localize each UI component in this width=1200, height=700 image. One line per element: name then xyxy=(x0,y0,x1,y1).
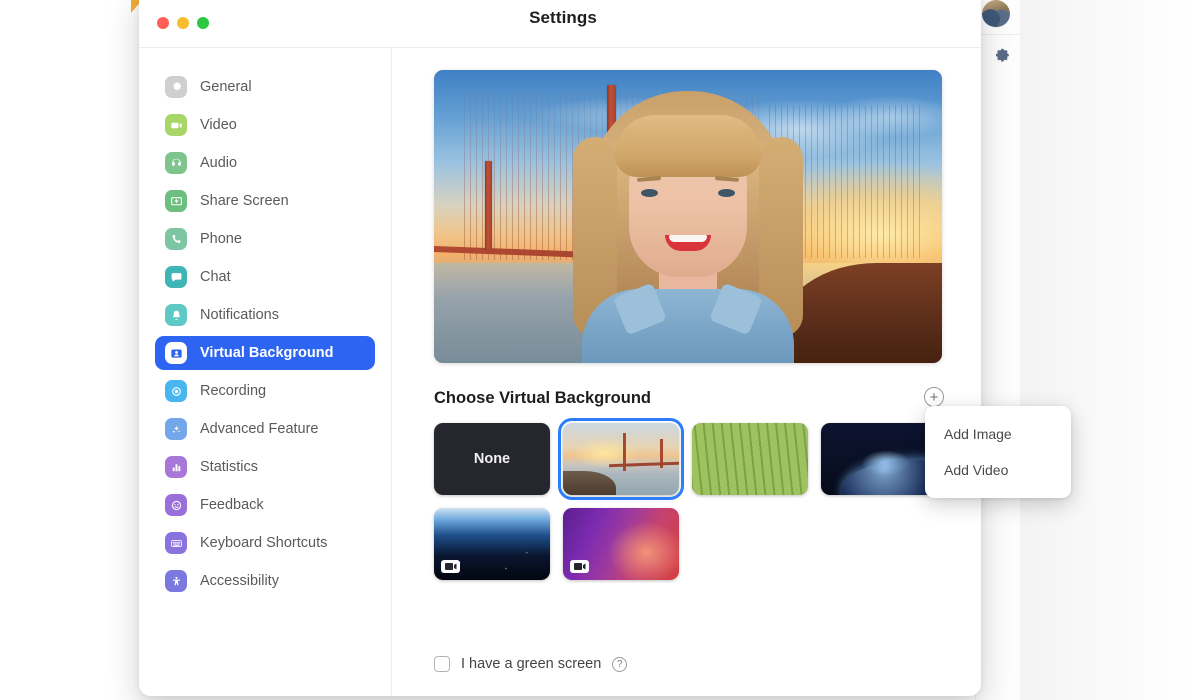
sidebar-item-label: Virtual Background xyxy=(200,345,334,361)
preview-bridge-tower xyxy=(484,160,492,249)
preview-person xyxy=(563,85,813,363)
sidebar-item-label: Accessibility xyxy=(200,573,279,589)
sidebar-item-general[interactable]: General xyxy=(155,70,375,104)
background-thumbnail-none[interactable]: None xyxy=(434,423,550,495)
sidebar-item-share-screen[interactable]: Share Screen xyxy=(155,184,375,218)
green-screen-checkbox[interactable] xyxy=(434,656,450,672)
phone-icon xyxy=(165,228,187,250)
sidebar-item-audio[interactable]: Audio xyxy=(155,146,375,180)
minimize-button[interactable] xyxy=(177,16,189,29)
sidebar-item-statistics[interactable]: Statistics xyxy=(155,450,375,484)
background-shade xyxy=(1020,0,1200,700)
gear-icon xyxy=(165,76,187,98)
keyboard-icon xyxy=(165,532,187,554)
avatar[interactable] xyxy=(982,0,1010,28)
sidebar-item-label: General xyxy=(200,79,252,95)
sidebar-item-accessibility[interactable]: Accessibility xyxy=(155,564,375,598)
background-thumbnail-earth-video[interactable] xyxy=(434,508,550,580)
smiley-face-icon xyxy=(165,494,187,516)
window-titlebar: Settings xyxy=(139,0,981,48)
sidebar-item-notifications[interactable]: Notifications xyxy=(155,298,375,332)
background-thumbnail-grass[interactable] xyxy=(692,423,808,495)
background-thumbnail-bridge[interactable] xyxy=(558,418,684,500)
section-title: Choose Virtual Background xyxy=(434,388,651,407)
menu-item-add-video[interactable]: Add Video xyxy=(925,452,1071,488)
settings-sidebar: General Video Audio Share Screen Phone C… xyxy=(139,48,392,696)
chat-bubble-icon xyxy=(165,266,187,288)
sidebar-item-chat[interactable]: Chat xyxy=(155,260,375,294)
page-root: ● ▪ ▪ ▪ ▪ ▪ ▪ ▪ Settings xyxy=(0,0,1200,700)
sidebar-item-label: Recording xyxy=(200,383,267,399)
green-screen-label: I have a green screen xyxy=(461,656,602,672)
menu-item-add-image[interactable]: Add Image xyxy=(925,416,1071,452)
sidebar-item-label: Statistics xyxy=(200,459,259,475)
add-background-button[interactable]: + xyxy=(924,387,944,407)
sidebar-item-label: Notifications xyxy=(200,307,279,323)
close-button[interactable] xyxy=(157,16,169,29)
sidebar-item-label: Phone xyxy=(200,231,242,247)
choose-background-header: Choose Virtual Background + xyxy=(434,387,944,409)
video-preview[interactable] xyxy=(434,70,942,363)
video-camera-icon xyxy=(165,114,187,136)
record-circle-icon xyxy=(165,380,187,402)
virtual-background-panel: Choose Virtual Background + None I have … xyxy=(392,48,981,696)
help-icon[interactable]: ? xyxy=(612,656,628,672)
background-thumbnail-grid: None xyxy=(434,418,981,580)
sidebar-item-label: Video xyxy=(200,117,237,133)
window-controls xyxy=(157,16,209,29)
background-right-panel xyxy=(975,0,1020,700)
sidebar-item-phone[interactable]: Phone xyxy=(155,222,375,256)
bar-chart-icon xyxy=(165,456,187,478)
background-thumbnail-space[interactable] xyxy=(821,423,937,495)
sidebar-item-label: Advanced Feature xyxy=(200,421,319,437)
sidebar-item-label: Feedback xyxy=(200,497,264,513)
accessibility-icon xyxy=(165,570,187,592)
window-body: General Video Audio Share Screen Phone C… xyxy=(139,48,981,696)
green-screen-option: I have a green screen ? xyxy=(434,656,628,672)
bell-icon xyxy=(165,304,187,326)
sidebar-item-feedback[interactable]: Feedback xyxy=(155,488,375,522)
background-thumbnail-aurora-video[interactable] xyxy=(563,508,679,580)
settings-window: Settings General Video Audio Share Scree… xyxy=(139,0,981,696)
sidebar-item-advanced-feature[interactable]: Advanced Feature xyxy=(155,412,375,446)
sidebar-item-label: Keyboard Shortcuts xyxy=(200,535,328,551)
page-title: Settings xyxy=(529,7,597,27)
sidebar-item-label: Audio xyxy=(200,155,238,171)
video-camera-icon xyxy=(570,560,589,573)
sidebar-item-keyboard-shortcuts[interactable]: Keyboard Shortcuts xyxy=(155,526,375,560)
add-background-menu: Add Image Add Video xyxy=(925,406,1071,498)
sidebar-item-label: Chat xyxy=(200,269,231,285)
divider xyxy=(975,34,1020,35)
video-camera-icon xyxy=(441,560,460,573)
gear-icon[interactable] xyxy=(993,48,1011,66)
sidebar-item-recording[interactable]: Recording xyxy=(155,374,375,408)
sidebar-item-video[interactable]: Video xyxy=(155,108,375,142)
sidebar-item-label: Share Screen xyxy=(200,193,289,209)
thumbnail-label: None xyxy=(473,451,511,467)
headphones-icon xyxy=(165,152,187,174)
person-card-icon xyxy=(165,342,187,364)
share-screen-icon xyxy=(165,190,187,212)
sidebar-item-virtual-background[interactable]: Virtual Background xyxy=(155,336,375,370)
maximize-button[interactable] xyxy=(197,16,209,29)
sparkle-icon xyxy=(165,418,187,440)
